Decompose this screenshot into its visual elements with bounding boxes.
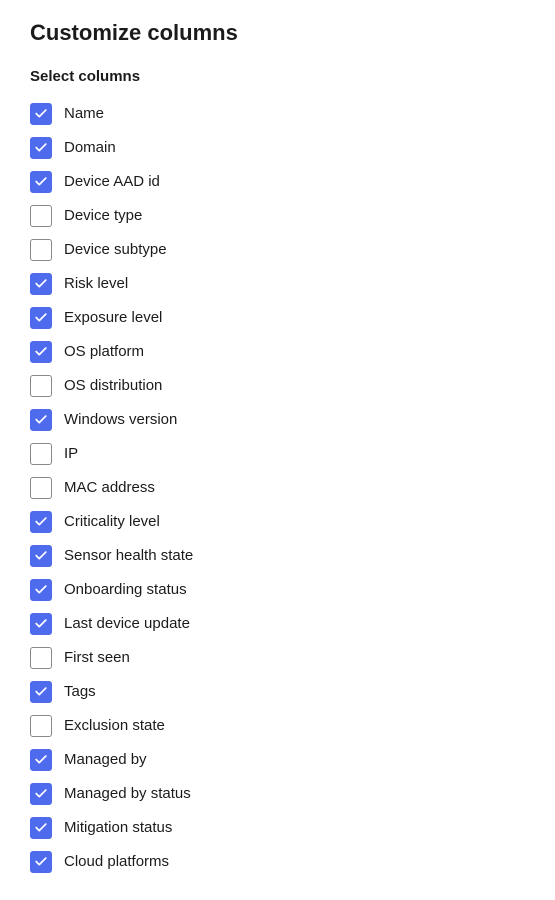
column-label-sensor-health-state: Sensor health state bbox=[64, 547, 193, 565]
check-icon bbox=[34, 787, 48, 801]
checkbox-sensor-health-state[interactable] bbox=[30, 545, 52, 567]
column-label-os-distribution: OS distribution bbox=[64, 377, 162, 395]
column-item-device-subtype[interactable]: Device subtype bbox=[30, 233, 525, 267]
column-item-first-seen[interactable]: First seen bbox=[30, 641, 525, 675]
checkbox-first-seen[interactable] bbox=[30, 647, 52, 669]
column-label-cloud-platforms: Cloud platforms bbox=[64, 853, 169, 871]
checkbox-last-device-update[interactable] bbox=[30, 613, 52, 635]
column-item-ip[interactable]: IP bbox=[30, 437, 525, 471]
column-item-managed-by-status[interactable]: Managed by status bbox=[30, 777, 525, 811]
checkbox-onboarding-status[interactable] bbox=[30, 579, 52, 601]
check-icon bbox=[34, 413, 48, 427]
checkbox-device-type[interactable] bbox=[30, 205, 52, 227]
check-icon bbox=[34, 141, 48, 155]
check-icon bbox=[34, 107, 48, 121]
column-label-domain: Domain bbox=[64, 139, 116, 157]
column-item-exclusion-state[interactable]: Exclusion state bbox=[30, 709, 525, 743]
column-item-sensor-health-state[interactable]: Sensor health state bbox=[30, 539, 525, 573]
check-icon bbox=[34, 753, 48, 767]
checkbox-domain[interactable] bbox=[30, 137, 52, 159]
checkbox-exposure-level[interactable] bbox=[30, 307, 52, 329]
column-item-mac-address[interactable]: MAC address bbox=[30, 471, 525, 505]
checkbox-mac-address[interactable] bbox=[30, 477, 52, 499]
checkbox-ip[interactable] bbox=[30, 443, 52, 465]
check-icon bbox=[34, 549, 48, 563]
column-item-tags[interactable]: Tags bbox=[30, 675, 525, 709]
column-label-device-aad-id: Device AAD id bbox=[64, 173, 160, 191]
column-item-risk-level[interactable]: Risk level bbox=[30, 267, 525, 301]
column-item-os-distribution[interactable]: OS distribution bbox=[30, 369, 525, 403]
check-icon bbox=[34, 855, 48, 869]
column-label-exposure-level: Exposure level bbox=[64, 309, 162, 327]
column-item-name[interactable]: Name bbox=[30, 97, 525, 131]
column-item-criticality-level[interactable]: Criticality level bbox=[30, 505, 525, 539]
column-item-device-aad-id[interactable]: Device AAD id bbox=[30, 165, 525, 199]
column-list: Name Domain Device AAD id Device type Device… bbox=[30, 97, 525, 879]
checkbox-name[interactable] bbox=[30, 103, 52, 125]
checkbox-managed-by-status[interactable] bbox=[30, 783, 52, 805]
checkbox-mitigation-status[interactable] bbox=[30, 817, 52, 839]
checkbox-os-distribution[interactable] bbox=[30, 375, 52, 397]
column-label-name: Name bbox=[64, 105, 104, 123]
checkbox-cloud-platforms[interactable] bbox=[30, 851, 52, 873]
checkbox-exclusion-state[interactable] bbox=[30, 715, 52, 737]
column-label-os-platform: OS platform bbox=[64, 343, 144, 361]
column-item-os-platform[interactable]: OS platform bbox=[30, 335, 525, 369]
check-icon bbox=[34, 821, 48, 835]
check-icon bbox=[34, 617, 48, 631]
checkbox-managed-by[interactable] bbox=[30, 749, 52, 771]
column-item-managed-by[interactable]: Managed by bbox=[30, 743, 525, 777]
check-icon bbox=[34, 175, 48, 189]
column-label-onboarding-status: Onboarding status bbox=[64, 581, 187, 599]
column-label-first-seen: First seen bbox=[64, 649, 130, 667]
checkbox-windows-version[interactable] bbox=[30, 409, 52, 431]
column-item-domain[interactable]: Domain bbox=[30, 131, 525, 165]
column-item-onboarding-status[interactable]: Onboarding status bbox=[30, 573, 525, 607]
check-icon bbox=[34, 685, 48, 699]
column-item-windows-version[interactable]: Windows version bbox=[30, 403, 525, 437]
column-label-windows-version: Windows version bbox=[64, 411, 177, 429]
page-title: Customize columns bbox=[30, 20, 525, 46]
column-label-last-device-update: Last device update bbox=[64, 615, 190, 633]
column-item-exposure-level[interactable]: Exposure level bbox=[30, 301, 525, 335]
checkbox-os-platform[interactable] bbox=[30, 341, 52, 363]
checkbox-device-aad-id[interactable] bbox=[30, 171, 52, 193]
checkbox-tags[interactable] bbox=[30, 681, 52, 703]
checkbox-device-subtype[interactable] bbox=[30, 239, 52, 261]
column-item-last-device-update[interactable]: Last device update bbox=[30, 607, 525, 641]
check-icon bbox=[34, 277, 48, 291]
column-item-mitigation-status[interactable]: Mitigation status bbox=[30, 811, 525, 845]
column-label-managed-by-status: Managed by status bbox=[64, 785, 191, 803]
column-item-device-type[interactable]: Device type bbox=[30, 199, 525, 233]
column-label-mac-address: MAC address bbox=[64, 479, 155, 497]
checkbox-risk-level[interactable] bbox=[30, 273, 52, 295]
checkbox-criticality-level[interactable] bbox=[30, 511, 52, 533]
section-label: Select columns bbox=[30, 68, 525, 85]
column-label-exclusion-state: Exclusion state bbox=[64, 717, 165, 735]
check-icon bbox=[34, 311, 48, 325]
check-icon bbox=[34, 515, 48, 529]
column-label-device-subtype: Device subtype bbox=[64, 241, 167, 259]
column-label-mitigation-status: Mitigation status bbox=[64, 819, 172, 837]
column-item-cloud-platforms[interactable]: Cloud platforms bbox=[30, 845, 525, 879]
column-label-risk-level: Risk level bbox=[64, 275, 128, 293]
column-label-criticality-level: Criticality level bbox=[64, 513, 160, 531]
check-icon bbox=[34, 345, 48, 359]
column-label-managed-by: Managed by bbox=[64, 751, 147, 769]
column-label-device-type: Device type bbox=[64, 207, 142, 225]
check-icon bbox=[34, 583, 48, 597]
column-label-ip: IP bbox=[64, 445, 78, 463]
column-label-tags: Tags bbox=[64, 683, 96, 701]
